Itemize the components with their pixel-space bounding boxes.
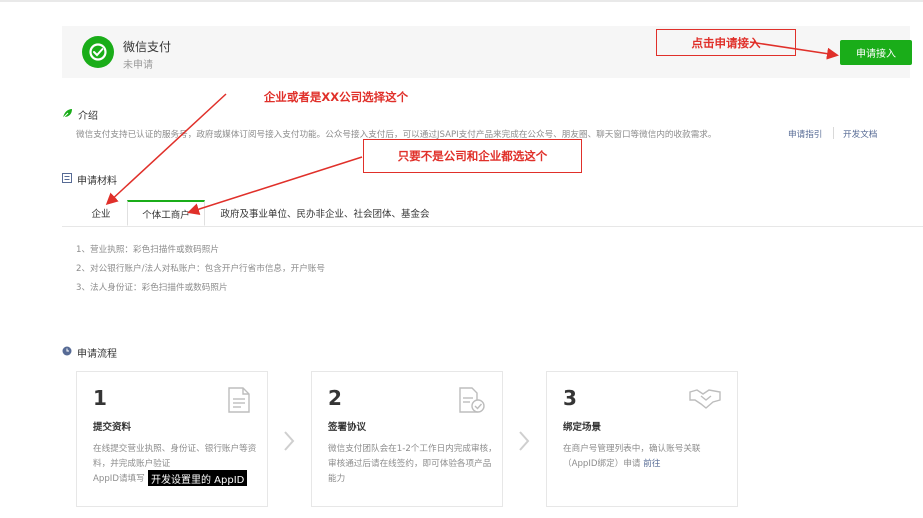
process-heading: 申请流程 [62, 345, 117, 360]
materials-heading: 申请材料 [62, 172, 117, 187]
top-divider [0, 0, 923, 2]
step-card-submit: 1 提交资料 在线提交营业执照、身份证、银行账户等资料，并完成账户验证 AppI… [76, 371, 268, 507]
annotation-enterprise: 企业或者是XX公司选择这个 [263, 90, 409, 104]
requirement-item: 3、法人身份证：彩色扫描件或数码照片 [76, 283, 228, 293]
contract-check-icon [458, 386, 486, 418]
leaf-icon [62, 108, 73, 122]
requirement-item: 2、对公银行账户/法人对私账户：包含开户行省市信息，开户账号 [76, 264, 325, 274]
intro-title: 介绍 [78, 111, 98, 122]
step-number: 1 [93, 386, 107, 410]
annotation-individual: 只要不是公司和企业都选这个 [363, 139, 582, 173]
apply-guide-link[interactable]: 申请指引 [788, 128, 822, 140]
tab-individual-business[interactable]: 个体工商户 [127, 200, 205, 226]
apply-button[interactable]: 申请接入 [840, 40, 912, 65]
step-number: 2 [328, 386, 342, 410]
chevron-right-icon [517, 430, 531, 456]
step-card-sign: 2 签署协议 微信支付团队会在1-2个工作日内完成审核，审核通过后请在线签约，即… [311, 371, 503, 507]
step-title: 提交资料 [93, 422, 132, 433]
requirement-item: 1、营业执照：彩色扫描件或数码照片 [76, 245, 219, 255]
document-icon [227, 386, 251, 418]
process-title: 申请流程 [77, 349, 117, 360]
intro-heading: 介绍 [62, 107, 98, 122]
appid-hint: AppID请填写 [93, 474, 145, 484]
step-description: 在商户号管理列表中，确认账号关联（AppID绑定）申请 前往 [563, 444, 701, 469]
materials-title: 申请材料 [77, 176, 117, 187]
step-card-bind: 3 绑定场景 在商户号管理列表中，确认账号关联（AppID绑定）申请 前往 [546, 371, 738, 507]
app-name: 微信支付 [123, 40, 172, 54]
clock-icon [62, 346, 72, 359]
handshake-icon [689, 386, 721, 414]
step-title: 签署协议 [328, 422, 367, 433]
step-number: 3 [563, 386, 577, 410]
step-description: 微信支付团队会在1-2个工作日内完成审核，审核通过后请在线签约，即可体验各项产品… [328, 444, 497, 484]
goto-link[interactable]: 前往 [643, 459, 660, 469]
tabs-baseline [62, 226, 923, 227]
step-title: 绑定场景 [563, 422, 602, 433]
list-icon [62, 173, 72, 186]
arrow-to-enterprise-tab [105, 93, 227, 206]
application-status: 未申请 [123, 60, 153, 71]
link-divider [833, 127, 834, 139]
appid-annotation-label: 开发设置里的 AppID [148, 470, 248, 486]
tab-government-org[interactable]: 政府及事业单位、民办非企业、社会团体、基金会 [214, 200, 436, 226]
dev-docs-link[interactable]: 开发文档 [843, 128, 877, 140]
annotation-click-apply: 点击申请接入 [656, 29, 796, 56]
wechat-pay-logo-icon [82, 36, 114, 68]
tab-enterprise[interactable]: 企业 [78, 200, 124, 226]
chevron-right-icon [282, 430, 296, 456]
